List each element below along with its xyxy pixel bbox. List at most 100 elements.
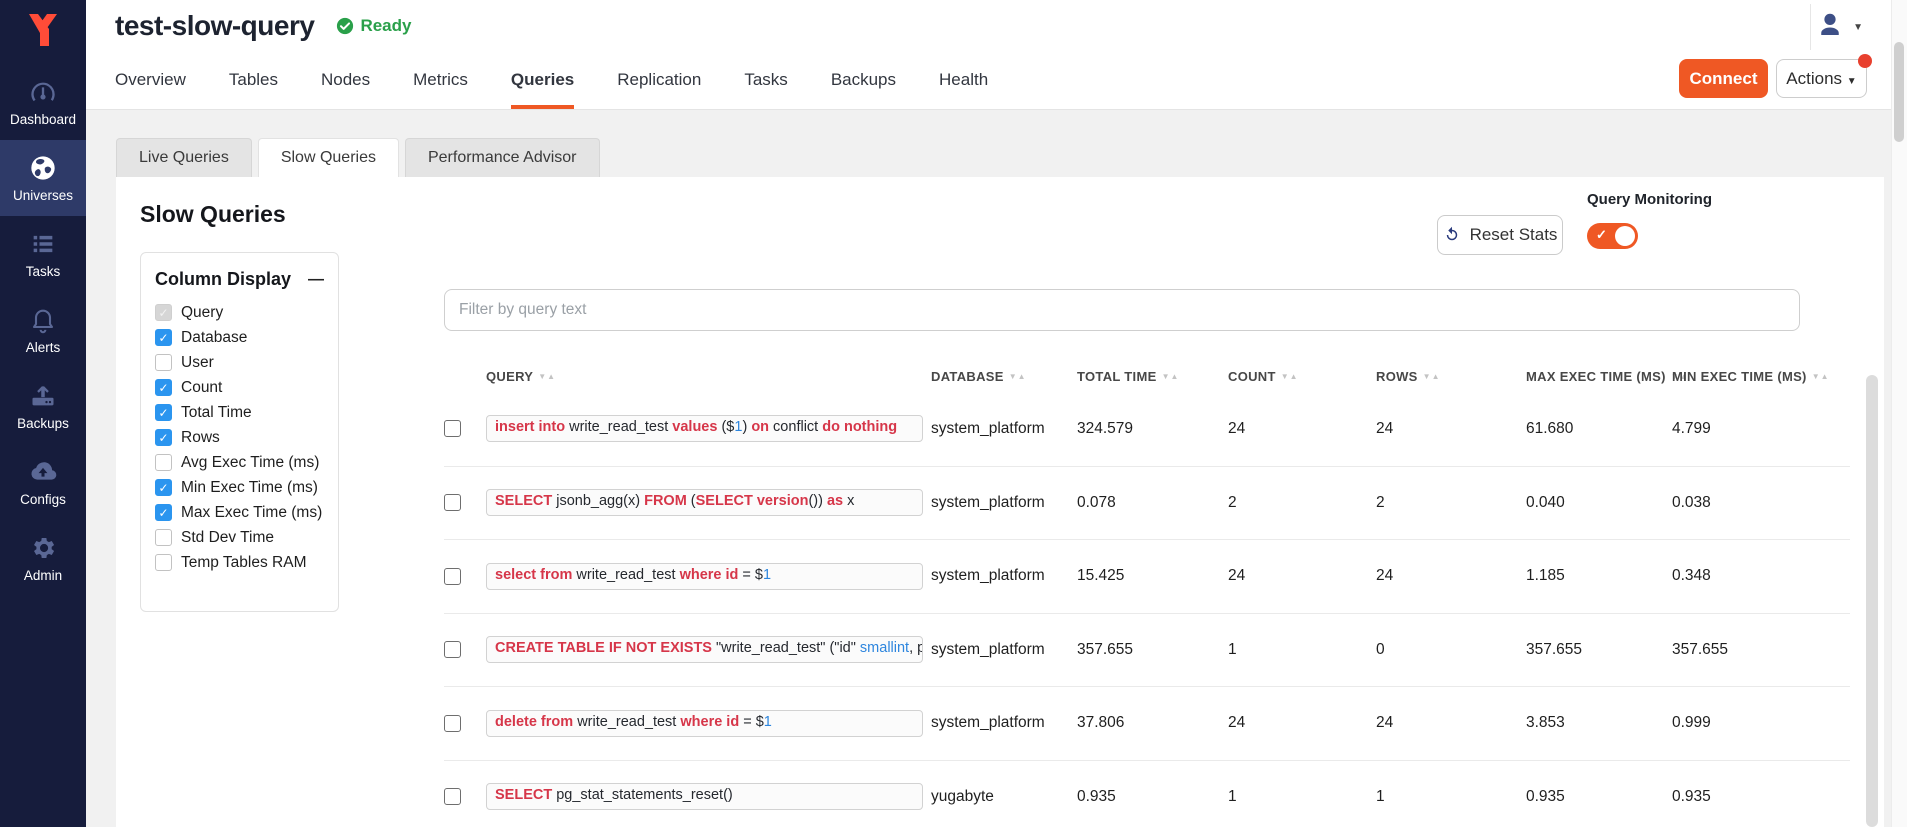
sidebar-item-admin[interactable]: Admin [0,520,86,596]
yugabyte-logo-icon[interactable] [0,4,86,56]
page-scrollbar[interactable] [1891,0,1907,827]
tab-health[interactable]: Health [939,51,988,109]
table-row[interactable]: delete from write_read_test where id = $… [444,686,1850,760]
reset-stats-label: Reset Stats [1470,225,1558,245]
sort-arrows-icon[interactable]: ▼▲ [1009,372,1027,381]
reset-stats-button[interactable]: Reset Stats [1437,215,1563,255]
query-segment-plain: ($ [717,419,734,435]
user-avatar-icon[interactable] [1815,10,1845,45]
checkbox-unchecked-icon[interactable] [155,554,172,571]
actions-button[interactable]: Actions ▼ [1776,59,1867,98]
dashboard-icon [28,77,58,107]
query-segment-plain: ) [742,419,751,435]
row-checkbox[interactable] [444,715,461,732]
sidebar-item-alerts[interactable]: Alerts [0,292,86,368]
sort-arrows-icon[interactable]: ▼▲ [1162,372,1180,381]
column-header-min-exec-time-ms-[interactable]: MIN EXEC TIME (MS)▼▲ [1672,369,1850,384]
tab-backups[interactable]: Backups [831,51,896,109]
app-root: DashboardUniversesTasksAlertsBackupsConf… [0,0,1907,827]
checkbox-unchecked-icon[interactable] [155,354,172,371]
query-text-box[interactable]: delete from write_read_test where id = $… [486,710,923,737]
query-text-box[interactable]: insert into write_read_test values ($1) … [486,415,923,442]
sort-arrows-icon[interactable]: ▼▲ [1423,372,1441,381]
tab-tasks[interactable]: Tasks [744,51,787,109]
connect-button[interactable]: Connect [1679,59,1768,98]
table-row[interactable]: SELECT jsonb_agg(x) FROM (SELECT version… [444,466,1850,540]
sidebar-item-backups[interactable]: Backups [0,368,86,444]
row-checkbox[interactable] [444,568,461,585]
sidebar-item-label: Alerts [26,340,61,355]
sort-arrows-icon[interactable]: ▼▲ [538,372,556,381]
column-toggle-temp-tables-ram[interactable]: Temp Tables RAM [155,550,324,575]
table-row[interactable]: CREATE TABLE IF NOT EXISTS "write_read_t… [444,613,1850,687]
column-header-label: COUNT [1228,369,1276,384]
column-toggle-user[interactable]: User [155,350,324,375]
tab-metrics[interactable]: Metrics [413,51,468,109]
column-toggle-count[interactable]: ✓Count [155,375,324,400]
checkbox-checked-icon[interactable]: ✓ [155,479,172,496]
checkbox-checked-icon[interactable]: ✓ [155,404,172,421]
sidebar-item-dashboard[interactable]: Dashboard [0,64,86,140]
query-text-box[interactable]: SELECT jsonb_agg(x) FROM (SELECT version… [486,489,923,516]
page-scrollbar-thumb[interactable] [1894,42,1904,142]
query-filter-input[interactable] [444,289,1800,331]
checkbox-checked-icon[interactable]: ✓ [155,379,172,396]
query-text-box[interactable]: select from write_read_test where id = $… [486,563,923,590]
column-toggle-max-exec-time-ms-[interactable]: ✓Max Exec Time (ms) [155,500,324,525]
column-display-title: Column Display [155,269,291,290]
check-circle-icon [336,17,354,35]
chevron-down-icon[interactable]: ▼ [1853,22,1863,33]
row-checkbox[interactable] [444,420,461,437]
table-row[interactable]: SELECT pg_stat_statements_reset()yugabyt… [444,760,1850,827]
column-header-rows[interactable]: ROWS▼▲ [1376,369,1526,384]
column-toggle-label: Total Time [181,404,252,422]
sidebar-item-universes[interactable]: Universes [0,140,86,216]
tasks-list-icon [28,229,58,259]
row-select-cell [444,494,486,511]
tab-queries[interactable]: Queries [511,51,574,109]
checkbox-unchecked-icon[interactable] [155,529,172,546]
row-checkbox[interactable] [444,788,461,805]
column-toggle-avg-exec-time-ms-[interactable]: Avg Exec Time (ms) [155,450,324,475]
collapse-icon[interactable]: — [308,275,324,285]
subtab-slow-queries[interactable]: Slow Queries [258,138,399,177]
sidebar-item-tasks[interactable]: Tasks [0,216,86,292]
tab-nodes[interactable]: Nodes [321,51,370,109]
query-text-box[interactable]: CREATE TABLE IF NOT EXISTS "write_read_t… [486,636,923,663]
column-toggle-std-dev-time[interactable]: Std Dev Time [155,525,324,550]
user-menu[interactable]: ▼ [1815,10,1863,45]
tab-replication[interactable]: Replication [617,51,701,109]
table-row[interactable]: select from write_read_test where id = $… [444,539,1850,613]
table-row[interactable]: insert into write_read_test values ($1) … [444,392,1850,466]
count-cell: 2 [1228,494,1376,512]
column-header-label: TOTAL TIME [1077,369,1157,384]
table-scrollbar[interactable] [1866,375,1878,827]
sidebar-item-configs[interactable]: Configs [0,444,86,520]
row-checkbox[interactable] [444,494,461,511]
checkbox-checked-icon[interactable]: ✓ [155,504,172,521]
column-toggle-min-exec-time-ms-[interactable]: ✓Min Exec Time (ms) [155,475,324,500]
checkbox-checked-icon[interactable]: ✓ [155,329,172,346]
subtab-performance-advisor[interactable]: Performance Advisor [405,138,600,177]
column-header-total-time[interactable]: TOTAL TIME ▼▲ [1077,369,1228,384]
checkbox-checked-icon[interactable]: ✓ [155,429,172,446]
max-exec-time-cell: 357.655 [1526,641,1672,659]
column-toggle-rows[interactable]: ✓Rows [155,425,324,450]
subtab-live-queries[interactable]: Live Queries [116,138,252,177]
checkbox-unchecked-icon[interactable] [155,454,172,471]
column-header-count[interactable]: COUNT ▼▲ [1228,369,1376,384]
column-toggle-total-time[interactable]: ✓ Total Time [155,400,324,425]
column-header-max-exec-time-ms-[interactable]: MAX EXEC TIME (MS)▼▲ [1526,369,1672,384]
min-exec-time-cell: 0.038 [1672,494,1850,512]
row-checkbox[interactable] [444,641,461,658]
column-header-database[interactable]: DATABASE▼▲ [931,369,1077,384]
tab-tables[interactable]: Tables [229,51,278,109]
tab-overview[interactable]: Overview [115,51,186,109]
sort-arrows-icon[interactable]: ▼▲ [1812,372,1830,381]
query-text-box[interactable]: SELECT pg_stat_statements_reset() [486,783,923,810]
column-toggle-database[interactable]: ✓Database [155,325,324,350]
query-monitoring-toggle[interactable]: ✓ [1587,223,1638,249]
column-header-query[interactable]: QUERY▼▲ [486,369,931,384]
column-display-header: Column Display — [155,269,324,290]
sort-arrows-icon[interactable]: ▼▲ [1281,372,1299,381]
